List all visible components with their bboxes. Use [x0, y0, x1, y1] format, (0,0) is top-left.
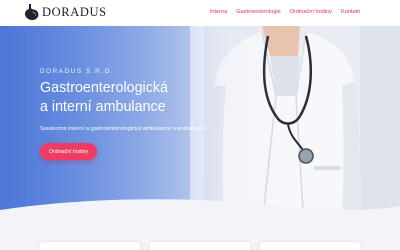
- service-card[interactable]: [260, 242, 360, 250]
- site-header: DORADUS Interna Gastroenterologie Ordina…: [0, 0, 400, 26]
- logo[interactable]: DORADUS: [24, 4, 107, 21]
- page-title-line-1: Gastroenterologická: [40, 80, 168, 96]
- opening-hours-button[interactable]: Ordinační hodiny: [40, 143, 97, 160]
- brand-name: DORADUS: [42, 5, 107, 19]
- hero-kicker: DORADUS S.R.O.: [40, 68, 115, 75]
- hero-subtitle: Soukromá interní a gastroenterologická a…: [40, 126, 206, 132]
- stomach-logo-icon: [25, 4, 39, 21]
- main-nav: Interna Gastroenterologie Ordinační hodi…: [210, 9, 360, 15]
- nav-item-interna[interactable]: Interna: [210, 9, 227, 15]
- page-title: Gastroenterologická a interní ambulance: [40, 79, 168, 117]
- service-card[interactable]: [150, 242, 250, 250]
- nav-item-kontakt[interactable]: Kontakt: [341, 9, 360, 15]
- service-card[interactable]: [40, 242, 140, 250]
- page-title-line-2: a interní ambulance: [40, 99, 166, 115]
- nav-item-ordinacni-hodiny[interactable]: Ordinační hodiny: [290, 9, 332, 15]
- nav-item-gastroenterologie[interactable]: Gastroenterologie: [236, 9, 280, 15]
